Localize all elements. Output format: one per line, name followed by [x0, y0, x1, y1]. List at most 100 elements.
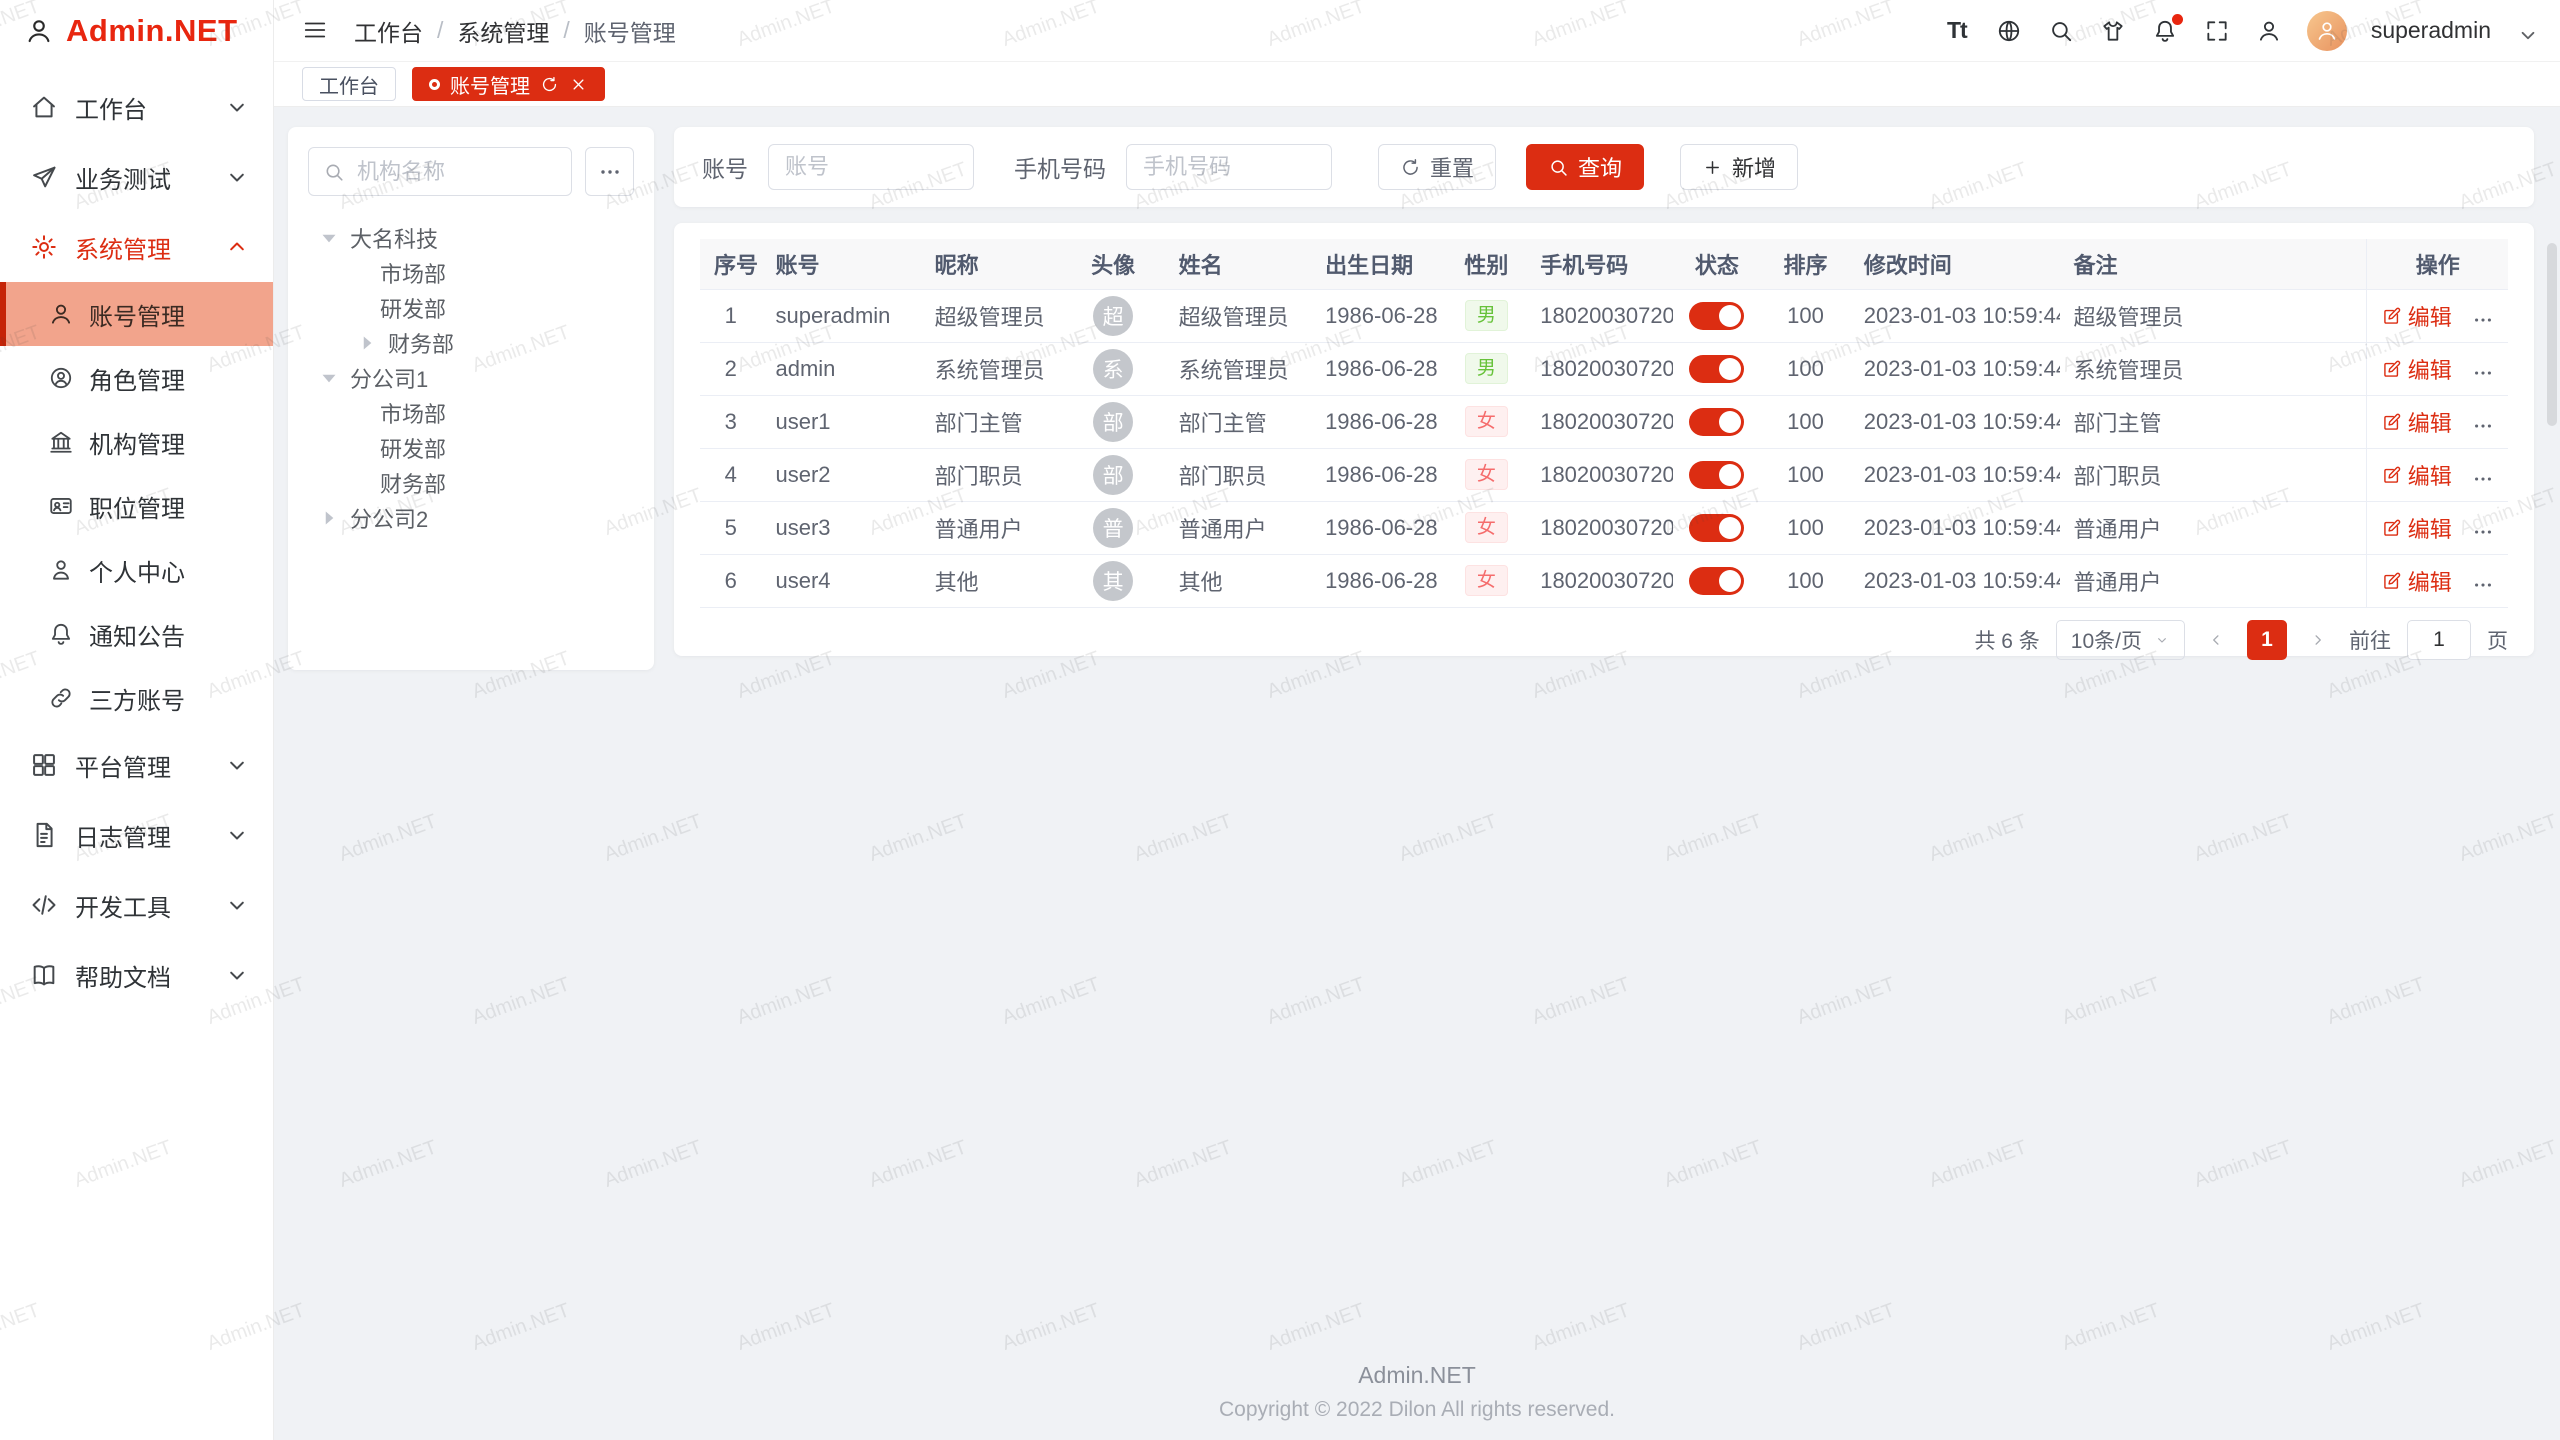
scrollbar-thumb[interactable]: [2547, 243, 2557, 426]
tree-node[interactable]: 研发部: [308, 290, 634, 325]
table-row: 2admin系统管理员系系统管理员1986-06-28男180200307201…: [700, 342, 2508, 395]
tab-workbench[interactable]: 工作台: [302, 67, 396, 101]
row-more-button[interactable]: [2472, 521, 2494, 543]
org-search-input[interactable]: [355, 158, 557, 186]
status-toggle[interactable]: [1689, 408, 1744, 436]
edit-button[interactable]: 编辑: [2382, 406, 2452, 438]
search-button[interactable]: 查询: [1526, 144, 1644, 190]
edit-button[interactable]: 编辑: [2382, 565, 2452, 597]
theme-button[interactable]: [2099, 17, 2127, 45]
edit-icon: [2382, 412, 2402, 432]
sidebar-item-position-mgmt[interactable]: 职位管理: [0, 474, 273, 538]
pagination: 共 6 条 10条/页 1 前往 页: [700, 620, 2508, 660]
edit-button[interactable]: 编辑: [2382, 459, 2452, 491]
user-menu-chevron[interactable]: [2515, 22, 2532, 39]
row-more-button[interactable]: [2472, 362, 2494, 384]
cell-account: user2: [761, 448, 920, 501]
cell-remark: 超级管理员: [2060, 289, 2367, 342]
tree-node[interactable]: 财务部: [308, 465, 634, 500]
reset-button[interactable]: 重置: [1378, 144, 1496, 190]
page-size-select[interactable]: 10条/页: [2056, 620, 2185, 660]
bell-icon: [48, 621, 74, 647]
status-toggle[interactable]: [1689, 514, 1744, 542]
topbar-left: 工作台 / 系统管理 / 账号管理: [302, 14, 676, 48]
breadcrumb: 工作台 / 系统管理 / 账号管理: [354, 14, 676, 48]
status-toggle[interactable]: [1689, 355, 1744, 383]
tab-refresh-button[interactable]: [540, 75, 559, 94]
column-header: 状态: [1673, 239, 1762, 289]
caretright-icon: [354, 330, 380, 356]
row-more-button[interactable]: [2472, 468, 2494, 490]
cell-phone: 18020030720: [1526, 289, 1672, 342]
avatar[interactable]: [2307, 11, 2347, 51]
status-toggle[interactable]: [1689, 461, 1744, 489]
sidebar-item-notice[interactable]: 通知公告: [0, 602, 273, 666]
sidebar-item-account-mgmt[interactable]: 账号管理: [0, 282, 273, 346]
account-input[interactable]: [768, 144, 974, 190]
table-row: 3user1部门主管部部门主管1986-06-28女18020030720100…: [700, 395, 2508, 448]
cell-index: 3: [700, 395, 761, 448]
edit-button[interactable]: 编辑: [2382, 353, 2452, 385]
breadcrumb-item-workbench[interactable]: 工作台: [354, 14, 423, 48]
add-button[interactable]: 新增: [1680, 144, 1798, 190]
chevdown-icon: [223, 821, 251, 849]
row-avatar: 超: [1093, 296, 1133, 336]
tree-node[interactable]: 大名科技: [308, 220, 634, 255]
sidebar-item-third-account[interactable]: 三方账号: [0, 666, 273, 730]
breadcrumb-item-system[interactable]: 系统管理: [457, 14, 549, 48]
tree-node[interactable]: 分公司2: [308, 500, 634, 535]
sidebar-item-user-center[interactable]: 个人中心: [0, 538, 273, 602]
cell-name: 系统管理员: [1165, 342, 1311, 395]
search-button[interactable]: [2047, 17, 2075, 45]
username[interactable]: superadmin: [2371, 17, 2491, 44]
sidebar-item-platform-mgmt[interactable]: 平台管理: [0, 730, 273, 800]
sidebar-item-system-mgmt[interactable]: 系统管理: [0, 212, 273, 282]
current-page-button[interactable]: 1: [2247, 620, 2287, 660]
sidebar-item-dev-tools[interactable]: 开发工具: [0, 870, 273, 940]
font-size-button[interactable]: Tt: [1943, 17, 1971, 45]
sidebar-item-workbench[interactable]: 工作台: [0, 72, 273, 142]
fullscreen-button[interactable]: [2203, 17, 2231, 45]
tree-node[interactable]: 市场部: [308, 255, 634, 290]
tab-close-button[interactable]: [569, 75, 588, 94]
refresh-icon: [1400, 157, 1421, 178]
table-row: 1superadmin超级管理员超超级管理员1986-06-28男1802003…: [700, 289, 2508, 342]
goto-page-input[interactable]: [2407, 620, 2471, 660]
tree-node-label: 市场部: [380, 397, 446, 429]
row-more-button[interactable]: [2472, 574, 2494, 596]
tree-node[interactable]: 分公司1: [308, 360, 634, 395]
sidebar-item-role-mgmt[interactable]: 角色管理: [0, 346, 273, 410]
prev-page-button[interactable]: [2201, 620, 2231, 660]
cell-account: superadmin: [761, 289, 920, 342]
menu-label: 职位管理: [89, 489, 185, 524]
edit-icon: [2382, 359, 2402, 379]
row-more-button[interactable]: [2472, 415, 2494, 437]
status-toggle[interactable]: [1689, 302, 1744, 330]
tree-node-label: 分公司2: [350, 502, 428, 534]
tree-node[interactable]: 财务部: [308, 325, 634, 360]
phone-input[interactable]: [1126, 144, 1332, 190]
tree-node[interactable]: 研发部: [308, 430, 634, 465]
active-dot-icon: [429, 79, 440, 90]
tree-node[interactable]: 市场部: [308, 395, 634, 430]
status-toggle[interactable]: [1689, 567, 1744, 595]
edit-button[interactable]: 编辑: [2382, 300, 2452, 332]
chevdown-icon: [223, 751, 251, 779]
row-more-button[interactable]: [2472, 309, 2494, 331]
sidebar-item-org-mgmt[interactable]: 机构管理: [0, 410, 273, 474]
edit-icon: [2382, 465, 2402, 485]
globe-button[interactable]: [1995, 17, 2023, 45]
row-avatar: 普: [1093, 508, 1133, 548]
sidebar-item-help-docs[interactable]: 帮助文档: [0, 940, 273, 1010]
notification-button[interactable]: [2151, 17, 2179, 45]
profile-button[interactable]: [2255, 17, 2283, 45]
sidebar-item-business-test[interactable]: 业务测试: [0, 142, 273, 212]
tab-account-mgmt[interactable]: 账号管理: [412, 67, 605, 101]
next-page-button[interactable]: [2303, 620, 2333, 660]
org-more-button[interactable]: [585, 147, 634, 196]
menu-collapse-button[interactable]: [302, 17, 330, 45]
edit-button[interactable]: 编辑: [2382, 512, 2452, 544]
cell-sort: 100: [1761, 395, 1850, 448]
sidebar-item-log-mgmt[interactable]: 日志管理: [0, 800, 273, 870]
chevup-icon: [223, 233, 251, 261]
